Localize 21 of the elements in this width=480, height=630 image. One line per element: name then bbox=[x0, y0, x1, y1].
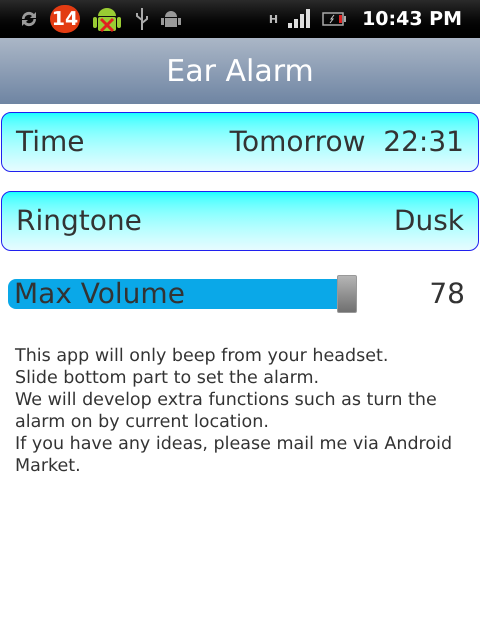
volume-slider[interactable]: Max Volume bbox=[8, 278, 430, 310]
signal-icon bbox=[288, 8, 312, 30]
battery-icon bbox=[322, 11, 346, 27]
clock: 10:43 PM bbox=[362, 6, 462, 32]
network-type-indicator: H bbox=[268, 14, 278, 24]
slider-thumb[interactable] bbox=[336, 275, 357, 313]
volume-value: 78 bbox=[429, 276, 465, 312]
setting-row[interactable]: Ringtone Dusk bbox=[1, 191, 479, 251]
setting-value: Tomorrow 22:31 bbox=[230, 124, 464, 160]
description-line: This app will only beep from your headset. bbox=[15, 345, 390, 367]
app-title: Ear Alarm bbox=[166, 52, 314, 90]
setting-label: Ringtone bbox=[16, 203, 142, 239]
robot-icon bbox=[160, 8, 182, 30]
description-line: We will develop extra functions such as turn the alarm on by current location. bbox=[15, 389, 438, 433]
slider-label: Max Volume bbox=[13, 276, 185, 312]
notification-badge: 14 bbox=[50, 5, 80, 33]
setting-label: Time bbox=[16, 124, 85, 160]
description-line: Slide bottom part to set the alarm. bbox=[15, 367, 320, 389]
description-line: If you have any ideas, please mail me via Android Market. bbox=[15, 433, 454, 477]
setting-value: Dusk bbox=[394, 203, 464, 239]
setting-row[interactable]: Time Tomorrow 22:31 bbox=[1, 112, 479, 172]
